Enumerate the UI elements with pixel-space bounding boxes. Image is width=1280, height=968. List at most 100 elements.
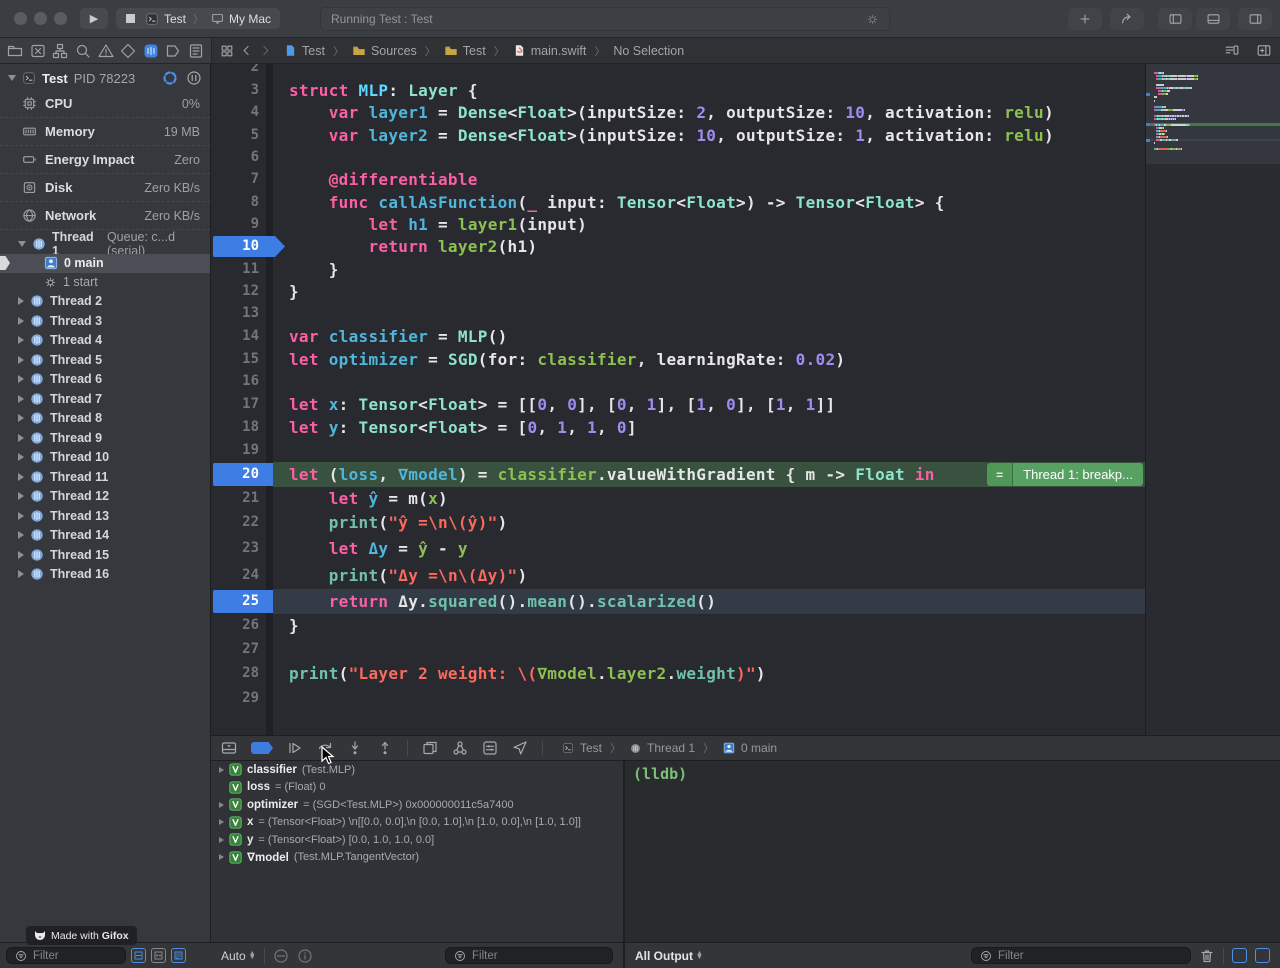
- disclosure-triangle-icon[interactable]: [8, 75, 16, 81]
- code-area[interactable]: 2345678910111213141516171819202122232425…: [211, 64, 1145, 735]
- line-number[interactable]: 8: [219, 191, 259, 213]
- disclosure-triangle-icon[interactable]: [18, 241, 26, 247]
- line-number[interactable]: 15: [219, 348, 259, 370]
- thread-1-row[interactable]: Thread 1 Queue: c...d (serial): [0, 234, 210, 254]
- thread-row[interactable]: Thread 15: [0, 545, 210, 565]
- navigator-tab-issues-icon[interactable]: [98, 43, 114, 59]
- console-filter[interactable]: [971, 947, 1191, 964]
- variable-row-classifier[interactable]: classifier(Test.MLP): [211, 761, 623, 779]
- code-lines[interactable]: struct MLP: Layer { var layer1 = Dense<F…: [273, 64, 1145, 735]
- thread-row[interactable]: Thread 8: [0, 409, 210, 429]
- code-line-10[interactable]: return layer2(h1): [273, 235, 1145, 258]
- thread-row[interactable]: Thread 5: [0, 350, 210, 370]
- code-line-26[interactable]: }: [273, 614, 1145, 637]
- code-line-8[interactable]: func callAsFunction(_ input: Tensor<Floa…: [273, 191, 1145, 213]
- navigator-tab-tests-icon[interactable]: [120, 43, 136, 59]
- continue-icon[interactable]: [287, 740, 303, 756]
- show-console-icon[interactable]: [1255, 948, 1270, 963]
- line-number[interactable]: 25: [219, 589, 259, 614]
- code-line-24[interactable]: print("Δy =\n\(Δy)"): [273, 561, 1145, 589]
- line-number[interactable]: 12: [219, 280, 259, 302]
- gauge-row-network[interactable]: NetworkZero KB/s: [0, 202, 210, 230]
- navigator-tab-breakpoints-icon[interactable]: [165, 43, 181, 59]
- code-line-18[interactable]: let y: Tensor<Float> = [0, 1, 1, 0]: [273, 416, 1145, 438]
- toggle-inspectors-button[interactable]: [1238, 8, 1272, 30]
- minimap[interactable]: [1145, 64, 1280, 735]
- line-number[interactable]: 7: [219, 168, 259, 191]
- debug-breadcrumb[interactable]: Test〉Thread 1〉0 main: [561, 740, 777, 756]
- stack-frame-0[interactable]: 0 main: [0, 254, 210, 273]
- jumpbar-item[interactable]: Sources: [352, 44, 417, 58]
- console-filter-input[interactable]: [998, 950, 1184, 962]
- navigator-filter-input[interactable]: [33, 950, 119, 962]
- debug-breadcrumb-item[interactable]: 0 main: [722, 741, 777, 755]
- disclosure-triangle-icon[interactable]: [18, 336, 24, 344]
- breakpoint-annotation[interactable]: =Thread 1: breakp...: [987, 463, 1143, 486]
- variables-view[interactable]: classifier(Test.MLP)loss= (Float) 0optim…: [211, 761, 625, 942]
- thread-row[interactable]: Thread 2: [0, 292, 210, 312]
- code-line-13[interactable]: [273, 302, 1145, 325]
- line-number[interactable]: 4: [219, 101, 259, 124]
- code-line-4[interactable]: var layer1 = Dense<Float>(inputSize: 2, …: [273, 101, 1145, 124]
- thread-row[interactable]: Thread 16: [0, 565, 210, 585]
- code-line-19[interactable]: [273, 438, 1145, 462]
- disclosure-triangle-icon[interactable]: [18, 434, 24, 442]
- thread-row[interactable]: Thread 3: [0, 311, 210, 331]
- code-line-23[interactable]: let Δy = ŷ - y: [273, 535, 1145, 561]
- navigator-tab-symbols-icon[interactable]: [52, 43, 68, 59]
- navigator-tab-find-icon[interactable]: [75, 43, 91, 59]
- code-line-15[interactable]: let optimizer = SGD(for: classifier, lea…: [273, 348, 1145, 370]
- show-summaries-icon[interactable]: [273, 948, 289, 964]
- thread-row[interactable]: Thread 6: [0, 370, 210, 390]
- disclosure-triangle-icon[interactable]: [219, 854, 224, 860]
- navigator-tab-source-control-icon[interactable]: [30, 43, 46, 59]
- thread-row[interactable]: Thread 14: [0, 526, 210, 546]
- navigator-tab-reports-icon[interactable]: [188, 43, 204, 59]
- jumpbar-item[interactable]: Test: [284, 44, 325, 58]
- thread-row[interactable]: Thread 4: [0, 331, 210, 351]
- jumpbar-item[interactable]: No Selection: [613, 44, 684, 58]
- disclosure-triangle-icon[interactable]: [18, 492, 24, 500]
- scheme-selector[interactable]: Test 〉 My Mac: [136, 8, 280, 29]
- code-line-5[interactable]: var layer2 = Dense<Float>(inputSize: 10,…: [273, 124, 1145, 146]
- line-number[interactable]: 18: [219, 416, 259, 438]
- editor-options-icon[interactable]: [1224, 43, 1240, 58]
- disclosure-triangle-icon[interactable]: [18, 317, 24, 325]
- code-line-28[interactable]: print("Layer 2 weight: \(∇model.layer2.w…: [273, 661, 1145, 686]
- line-number[interactable]: 9: [219, 213, 259, 235]
- gauge-row-memory[interactable]: Memory19 MB: [0, 118, 210, 146]
- disclosure-triangle-icon[interactable]: [18, 356, 24, 364]
- line-number[interactable]: 24: [219, 561, 259, 589]
- disclosure-triangle-icon[interactable]: [18, 570, 24, 578]
- code-line-27[interactable]: [273, 637, 1145, 661]
- forward-button[interactable]: [1110, 8, 1144, 30]
- disclosure-triangle-icon[interactable]: [18, 297, 24, 305]
- go-forward-icon[interactable]: [259, 44, 272, 57]
- profile-in-instruments-icon[interactable]: [162, 70, 178, 86]
- show-variables-view-icon[interactable]: [1232, 948, 1247, 963]
- line-number[interactable]: 13: [219, 302, 259, 325]
- thread-row[interactable]: Thread 9: [0, 428, 210, 448]
- library-button[interactable]: [1068, 8, 1102, 30]
- disclosure-triangle-icon[interactable]: [18, 473, 24, 481]
- debug-breadcrumb-item[interactable]: Thread 1: [629, 741, 695, 755]
- code-line-22[interactable]: print("ŷ =\n\(ŷ)"): [273, 510, 1145, 535]
- code-line-7[interactable]: @differentiable: [273, 168, 1145, 191]
- variable-row-loss[interactable]: loss= (Float) 0: [211, 779, 623, 797]
- line-number[interactable]: 22: [219, 510, 259, 535]
- thread-row[interactable]: Thread 12: [0, 487, 210, 507]
- disclosure-triangle-icon[interactable]: [18, 395, 24, 403]
- line-number[interactable]: 28: [219, 661, 259, 686]
- minimize-window-button[interactable]: [34, 12, 47, 25]
- variables-filter[interactable]: [445, 947, 613, 964]
- related-items-icon[interactable]: [220, 44, 234, 58]
- line-number[interactable]: 14: [219, 325, 259, 348]
- code-line-6[interactable]: [273, 146, 1145, 168]
- step-into-icon[interactable]: [347, 740, 363, 756]
- variables-scope-popup[interactable]: Auto ▲▼: [221, 949, 256, 963]
- add-editor-icon[interactable]: [1256, 43, 1272, 58]
- code-line-17[interactable]: let x: Tensor<Float> = [[0, 0], [0, 1], …: [273, 393, 1145, 416]
- line-number[interactable]: 10: [219, 235, 259, 258]
- disclosure-triangle-icon[interactable]: [219, 802, 224, 808]
- disclosure-triangle-icon[interactable]: [18, 453, 24, 461]
